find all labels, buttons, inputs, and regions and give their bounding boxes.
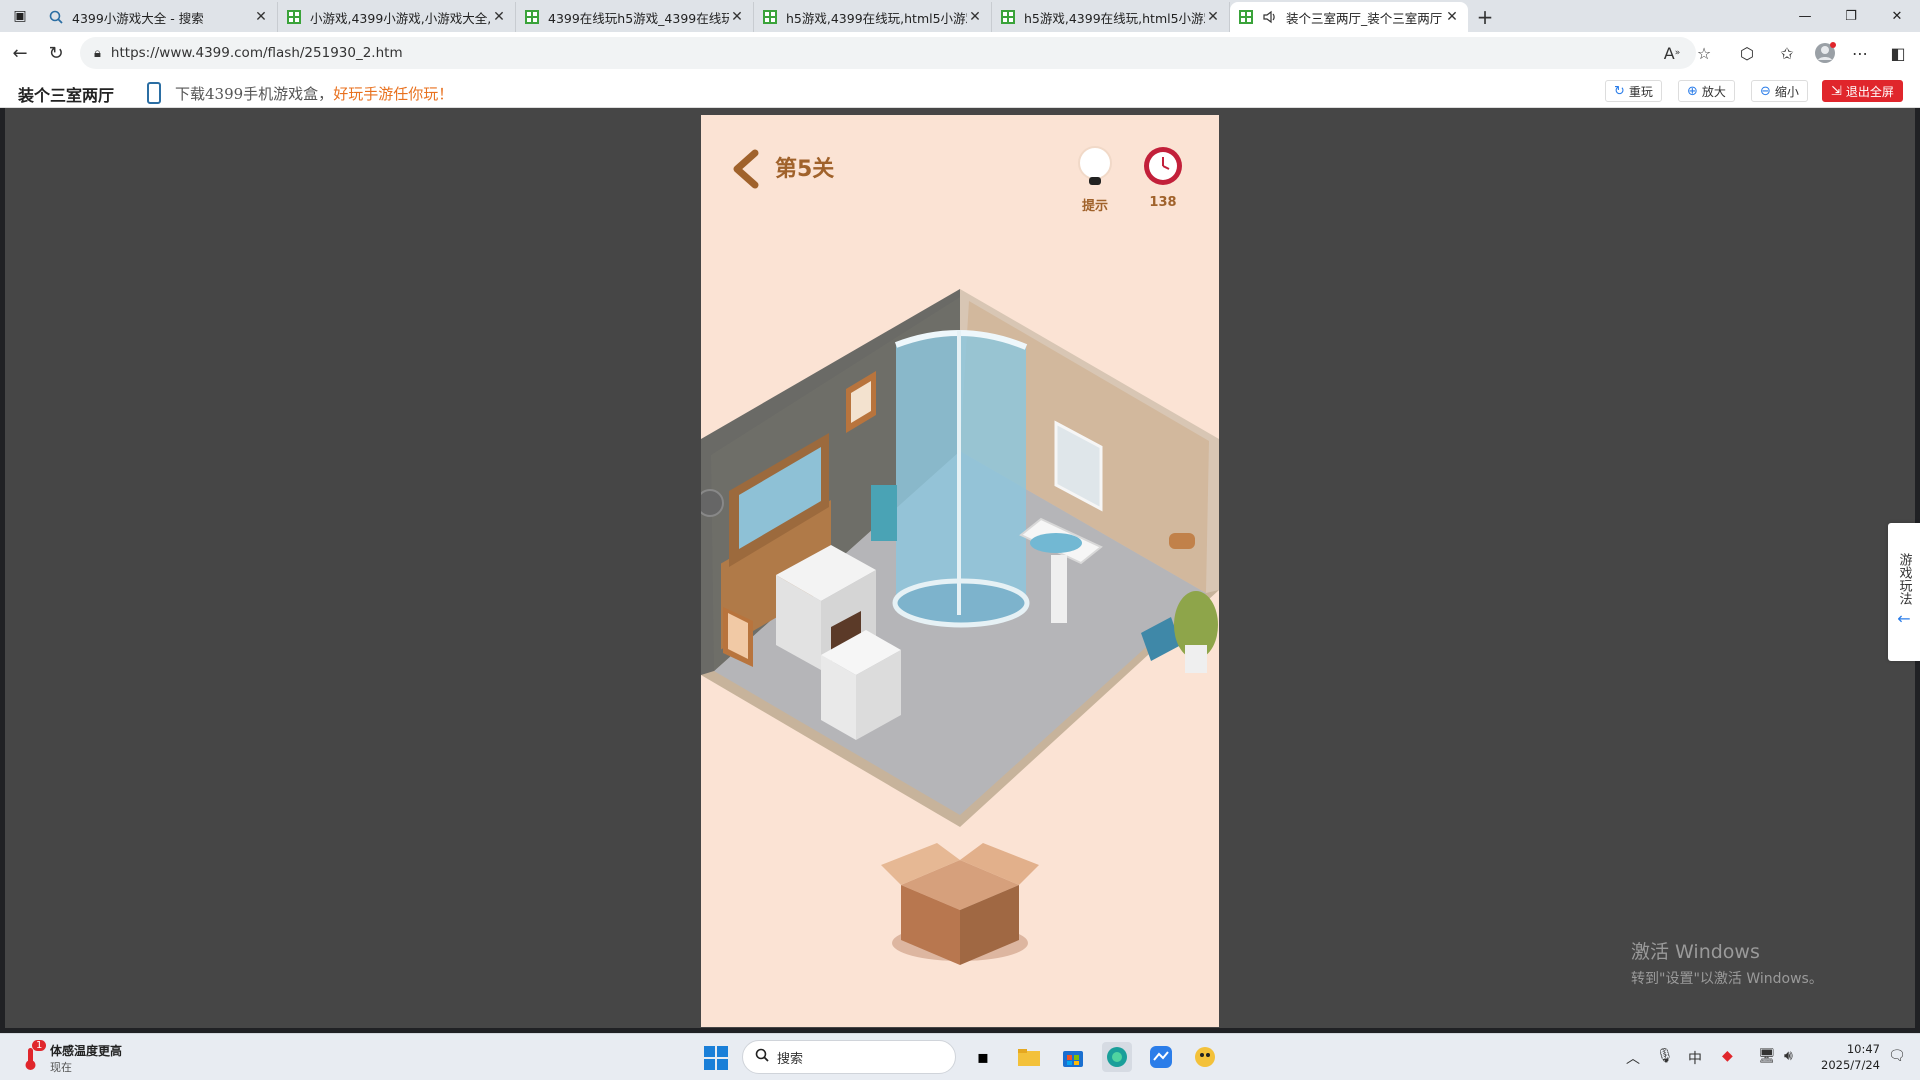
weather-subtitle: 现在	[50, 1061, 72, 1074]
chevron-up-icon[interactable]: ︿	[1626, 1048, 1640, 1068]
weather-title: 体感温度更高	[50, 1044, 123, 1058]
watermark-subtitle: 转到"设置"以激活 Windows。	[1631, 971, 1823, 987]
browser-tab-bar: ▣ 4399小游戏大全 - 搜索 ✕ 小游戏,4399小游戏,小游戏大全,双 ✕…	[0, 0, 1920, 32]
game-canvas[interactable]: 第5关 提示 138	[701, 115, 1219, 1027]
zoom-out-icon: ⊖	[1760, 83, 1771, 99]
bathroom-room-illustration	[701, 289, 1219, 965]
close-window-icon[interactable]: ✕	[1874, 0, 1920, 32]
browser-tab[interactable]: 4399在线玩h5游戏_4399在线玩h5 ✕	[516, 2, 754, 32]
url-field[interactable]: 🔒︎ https://www.4399.com/flash/251930_2.h…	[80, 37, 1696, 69]
promo-text: 下载4399手机游戏盒，	[175, 85, 334, 103]
tab-actions-icon[interactable]: ▣	[0, 0, 40, 32]
windows-taskbar: 1 体感温度更高 现在 搜索 ▪ ︿ 🎙︎ 中 ◆ 🖥︎ 🔊︎ 10:47 20…	[0, 1033, 1920, 1080]
thermometer-icon: 1	[20, 1040, 47, 1072]
more-options-icon[interactable]: ⋯	[1844, 37, 1876, 69]
weather-badge: 1	[32, 1040, 47, 1051]
game-grid-icon	[1238, 9, 1254, 25]
messenger-icon[interactable]	[1146, 1042, 1176, 1072]
phone-icon	[147, 82, 161, 104]
promo-banner[interactable]: 下载4399手机游戏盒，好玩手游任你玩！	[175, 83, 453, 104]
tab-label: h5游戏,4399在线玩,html5小游戏,	[1024, 10, 1205, 26]
favorites-icon[interactable]: ✩	[1771, 37, 1803, 69]
exit-fullscreen-button[interactable]: ⇲ 退出全屏	[1822, 80, 1903, 102]
search-icon	[755, 1048, 769, 1066]
url-text: https://www.4399.com/flash/251930_2.htm	[110, 45, 403, 61]
game-grid-icon	[762, 9, 778, 25]
new-tab-button[interactable]: +	[1468, 2, 1502, 32]
favorite-star-icon[interactable]: ☆	[1688, 37, 1720, 69]
address-bar-row: ← ↻ 🔒︎ https://www.4399.com/flash/251930…	[0, 32, 1920, 74]
game-toolbar: 装个三室两厅 下载4399手机游戏盒，好玩手游任你玩！ ↻ 重玩 ⊕ 放大 ⊖ 缩小 …	[0, 74, 1920, 108]
restore-icon[interactable]: ❐	[1828, 0, 1874, 32]
game-app-icon[interactable]	[1190, 1042, 1220, 1072]
back-icon[interactable]: ←	[2, 35, 38, 71]
browser-tab[interactable]: h5游戏,4399在线玩,html5小游戏, ✕	[992, 2, 1230, 32]
close-tab-icon[interactable]: ✕	[491, 9, 507, 25]
speaker-icon[interactable]	[1262, 9, 1278, 25]
game-grid-icon	[286, 9, 302, 25]
read-aloud-icon[interactable]: A»	[1656, 37, 1688, 69]
clock-time: 10:47	[1846, 1042, 1880, 1056]
tab-label: h5游戏,4399在线玩,html5小游戏,	[786, 10, 967, 26]
zoom-out-button[interactable]: ⊖ 缩小	[1751, 80, 1808, 102]
task-view-icon[interactable]: ▪	[968, 1042, 998, 1072]
close-tab-icon[interactable]: ✕	[967, 9, 983, 25]
search-icon	[48, 9, 64, 25]
game-title: 装个三室两厅	[18, 86, 115, 105]
browser-tab-active[interactable]: 装个三室两厅_装个三室两厅 ✕	[1230, 2, 1468, 32]
taskbar-search-field[interactable]: 搜索	[742, 1040, 956, 1074]
browser-tab[interactable]: 4399小游戏大全 - 搜索 ✕	[40, 2, 278, 32]
system-clock[interactable]: 10:47 2025/7/24	[1806, 1041, 1880, 1073]
game-grid-icon	[1000, 9, 1016, 25]
browser-tab[interactable]: h5游戏,4399在线玩,html5小游戏, ✕	[754, 2, 992, 32]
extensions-icon[interactable]: ⬡	[1731, 37, 1763, 69]
promo-highlight: 好玩手游任你玩！	[333, 85, 454, 103]
tab-label: 4399在线玩h5游戏_4399在线玩h5	[548, 10, 729, 26]
close-tab-icon[interactable]: ✕	[1205, 9, 1221, 25]
activation-watermark: 激活 Windows 转到"设置"以激活 Windows。	[1631, 937, 1823, 988]
zoom-in-button[interactable]: ⊕ 放大	[1678, 80, 1735, 102]
close-tab-icon[interactable]: ✕	[1444, 9, 1460, 25]
notification-icon[interactable]: 🗨︎	[1888, 1048, 1906, 1064]
watermark-title: 激活 Windows	[1631, 941, 1760, 963]
game-grid-icon	[524, 9, 540, 25]
weather-widget[interactable]: 1 体感温度更高 现在	[20, 1040, 123, 1075]
volume-icon[interactable]: 🔊︎	[1784, 1048, 1793, 1064]
edge-browser-icon[interactable]	[1102, 1042, 1132, 1072]
minimize-icon[interactable]: —	[1782, 0, 1828, 32]
network-icon[interactable]: 🖥︎	[1758, 1048, 1776, 1064]
profile-avatar[interactable]	[1809, 37, 1841, 69]
clock-date: 2025/7/24	[1821, 1058, 1880, 1072]
refresh-icon[interactable]: ↻	[38, 35, 74, 71]
search-placeholder: 搜索	[777, 1051, 804, 1067]
zoom-in-icon: ⊕	[1687, 83, 1698, 99]
window-controls: — ❐ ✕	[1782, 0, 1920, 32]
close-tab-icon[interactable]: ✕	[729, 9, 745, 25]
microphone-icon[interactable]: 🎙︎	[1656, 1048, 1674, 1064]
lock-icon[interactable]: 🔒︎	[94, 46, 101, 61]
exit-icon: ⇲	[1831, 83, 1842, 99]
windows-start-icon[interactable]	[704, 1046, 728, 1070]
replay-icon: ↻	[1614, 83, 1625, 99]
tab-label: 小游戏,4399小游戏,小游戏大全,双	[310, 10, 491, 26]
game-instructions-tab[interactable]: 游戏玩法 ←	[1888, 523, 1920, 661]
close-tab-icon[interactable]: ✕	[253, 9, 269, 25]
store-icon[interactable]	[1058, 1042, 1088, 1072]
tab-label: 4399小游戏大全 - 搜索	[72, 10, 204, 26]
tab-label: 装个三室两厅_装个三室两厅	[1286, 10, 1443, 26]
antivirus-icon[interactable]: ◆	[1722, 1048, 1733, 1064]
file-explorer-icon[interactable]	[1014, 1042, 1044, 1072]
sidebar-toggle-icon[interactable]: ◧	[1882, 37, 1914, 69]
replay-button[interactable]: ↻ 重玩	[1605, 80, 1662, 102]
input-method-icon[interactable]: 中	[1688, 1048, 1702, 1068]
browser-tab[interactable]: 小游戏,4399小游戏,小游戏大全,双 ✕	[278, 2, 516, 32]
arrow-left-icon: ←	[1897, 609, 1911, 628]
side-panel-label: 游戏玩法	[1896, 553, 1912, 605]
